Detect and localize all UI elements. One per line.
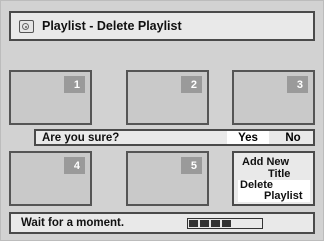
playlist-thumbnail-5[interactable]: 5: [126, 151, 209, 206]
delete-playlist-option[interactable]: Delete Playlist: [238, 180, 310, 202]
option-label-line1: Add New: [242, 156, 290, 168]
progress-fill: [189, 219, 231, 227]
add-new-title-option[interactable]: Add New Title: [242, 156, 290, 180]
playlist-thumbnail-2[interactable]: 2: [126, 70, 209, 125]
confirm-question: Are you sure?: [42, 131, 120, 144]
progress-segment: [189, 219, 198, 227]
yes-button[interactable]: Yes: [227, 131, 269, 144]
disc-icon: [19, 19, 34, 33]
playlist-action-menu: Add New Title Delete Playlist: [232, 151, 315, 206]
playlist-thumbnail-4[interactable]: 4: [9, 151, 92, 206]
thumbnail-number: 1: [64, 76, 85, 93]
confirm-dialog: Are you sure? Yes No: [34, 129, 315, 146]
page-title: Playlist - Delete Playlist: [42, 19, 182, 33]
status-message: Wait for a moment.: [21, 217, 125, 229]
progress-segment: [222, 219, 231, 227]
playlist-thumbnail-3[interactable]: 3: [232, 70, 315, 125]
no-button[interactable]: No: [273, 131, 313, 144]
dvd-menu-screen: Playlist - Delete Playlist 1 2 3 4 5 Are…: [0, 0, 324, 241]
progress-segment: [211, 219, 220, 227]
thumbnail-number: 2: [181, 76, 202, 93]
status-bar: Wait for a moment.: [9, 212, 315, 234]
thumbnail-number: 4: [64, 157, 85, 174]
title-bar: Playlist - Delete Playlist: [9, 11, 315, 41]
progress-segment: [200, 219, 209, 227]
progress-bar: [187, 217, 263, 229]
playlist-thumbnail-1[interactable]: 1: [9, 70, 92, 125]
thumbnail-number: 5: [181, 157, 202, 174]
thumbnail-number: 3: [287, 76, 308, 93]
option-label-line2: Playlist: [264, 190, 303, 202]
